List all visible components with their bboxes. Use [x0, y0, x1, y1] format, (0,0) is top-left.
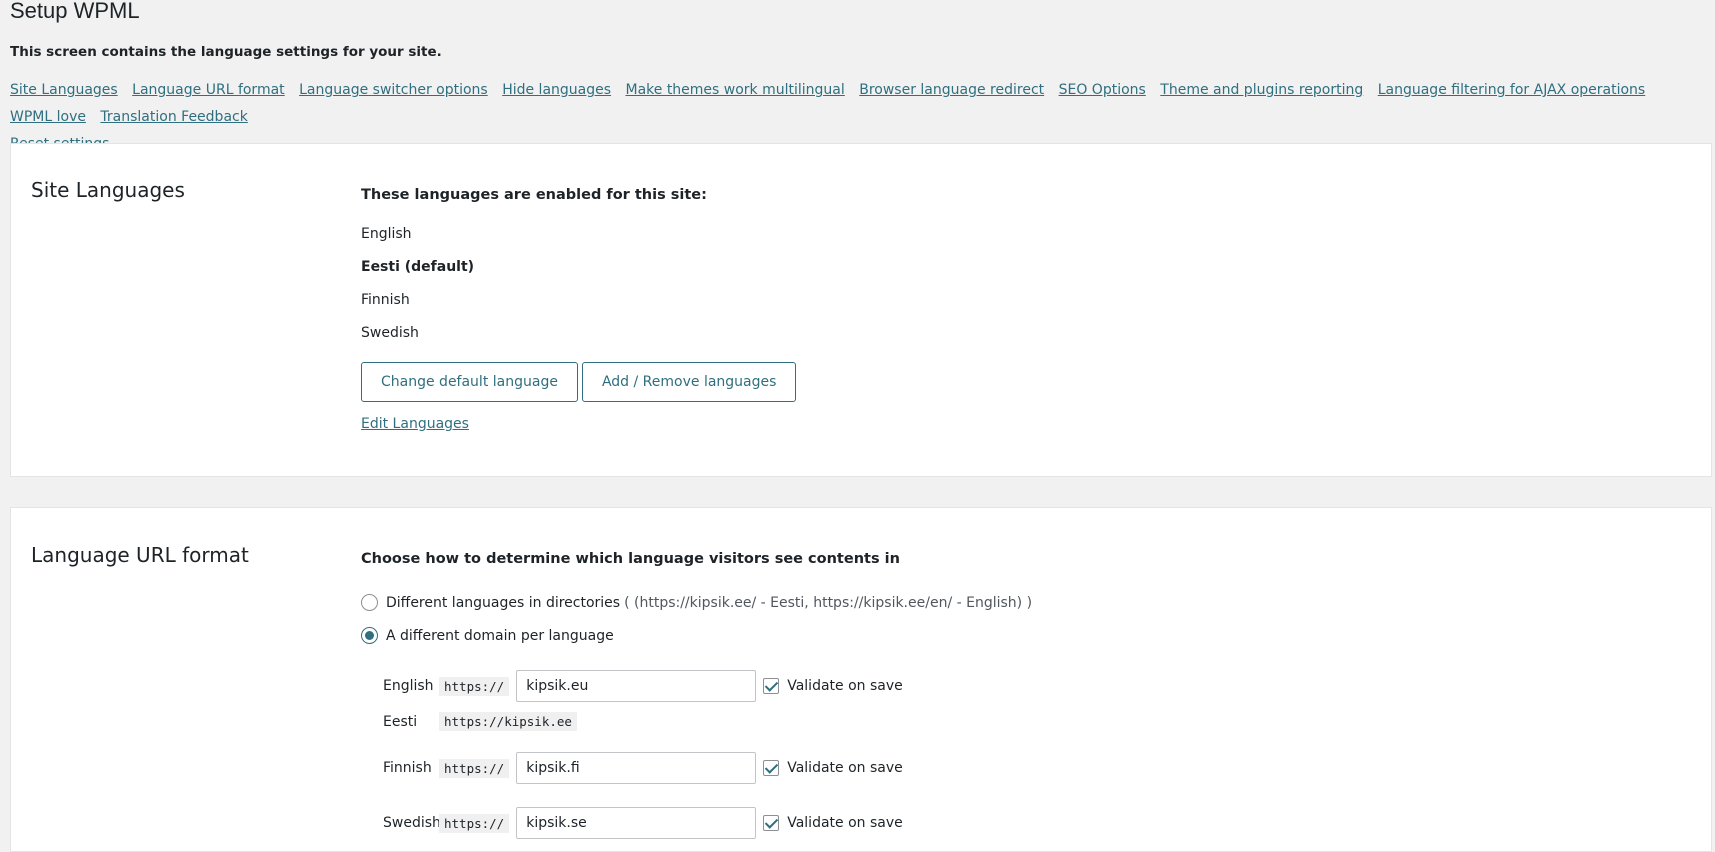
language-url-format-title: Language URL format [31, 543, 249, 567]
domain-row-english: English https:// Validate on save [383, 670, 903, 702]
url-option-directories[interactable]: Different languages in directories ( (ht… [361, 594, 1032, 611]
nav-link-language-filtering-ajax[interactable]: Language filtering for AJAX operations [1378, 82, 1646, 98]
validate-checkbox-finnish[interactable] [763, 760, 780, 776]
validate-label: Validate on save [787, 760, 903, 776]
nav-link-site-languages[interactable]: Site Languages [10, 82, 118, 98]
domain-row-finnish: Finnish https:// Validate on save [383, 752, 903, 784]
page-title: Setup WPML [10, 0, 140, 23]
nav-link-seo-options[interactable]: SEO Options [1059, 82, 1146, 98]
domain-lang-label: English [383, 678, 434, 694]
domain-lang-label: Eesti [383, 713, 418, 730]
change-default-language-button[interactable]: Change default language [361, 362, 578, 402]
directories-hint: ( (https://kipsik.ee/ - Eesti, https://k… [624, 594, 1033, 611]
domain-input-swedish[interactable] [516, 807, 757, 839]
add-remove-languages-button[interactable]: Add / Remove languages [581, 362, 797, 402]
domain-input-finnish[interactable] [516, 752, 757, 784]
site-languages-panel: Site Languages These languages are enabl… [10, 143, 1712, 477]
language-item-english: English [361, 226, 412, 242]
validate-label: Validate on save [787, 815, 903, 831]
domain-row-eesti: Eesti https://kipsik.ee [383, 712, 577, 731]
enabled-languages-heading: These languages are enabled for this sit… [361, 187, 707, 203]
domain-per-language-radio[interactable] [361, 627, 378, 644]
url-format-content: Choose how to determine which language v… [361, 551, 1261, 851]
domain-row-swedish: Swedish https:// Validate on save [383, 807, 903, 839]
domain-lang-label: Finnish [383, 760, 432, 776]
directories-label: Different languages in directories [386, 594, 621, 611]
nav-link-theme-plugins-reporting[interactable]: Theme and plugins reporting [1160, 82, 1363, 98]
validate-checkbox-swedish[interactable] [763, 815, 780, 831]
language-item-finnish: Finnish [361, 292, 410, 308]
language-item-eesti-default: Eesti (default) [361, 259, 475, 275]
nav-link-language-url-format[interactable]: Language URL format [132, 82, 284, 98]
domain-prefix: https:// [439, 758, 510, 778]
nav-link-translation-feedback[interactable]: Translation Feedback [100, 109, 247, 125]
language-url-format-panel: Language URL format Choose how to determ… [10, 507, 1712, 852]
directories-radio[interactable] [361, 594, 378, 611]
nav-link-wpml-love[interactable]: WPML love [10, 109, 86, 125]
domain-prefix: https:// [439, 676, 510, 696]
domain-lang-label: Swedish [383, 815, 441, 831]
domain-per-language-label: A different domain per language [386, 627, 614, 644]
domain-prefix: https:// [439, 813, 510, 833]
url-format-heading: Choose how to determine which language v… [361, 551, 900, 567]
domain-prefix: https://kipsik.ee [439, 712, 577, 731]
enabled-languages-list: English Eesti (default) Finnish Swedish [361, 218, 796, 350]
nav-link-browser-language-redirect[interactable]: Browser language redirect [859, 82, 1044, 98]
domain-input-english[interactable] [516, 670, 757, 702]
site-languages-content: These languages are enabled for this sit… [361, 187, 797, 432]
nav-link-make-themes-multilingual[interactable]: Make themes work multilingual [625, 82, 844, 98]
validate-label: Validate on save [787, 678, 903, 694]
url-option-domain-per-language[interactable]: A different domain per language [361, 627, 614, 644]
language-item-swedish: Swedish [361, 325, 419, 341]
edit-languages-link[interactable]: Edit Languages [361, 416, 469, 432]
nav-link-language-switcher-options[interactable]: Language switcher options [299, 82, 488, 98]
page-description: This screen contains the language settin… [10, 44, 442, 60]
nav-link-hide-languages[interactable]: Hide languages [502, 82, 611, 98]
site-languages-title: Site Languages [31, 178, 185, 202]
validate-checkbox-english[interactable] [763, 678, 780, 694]
